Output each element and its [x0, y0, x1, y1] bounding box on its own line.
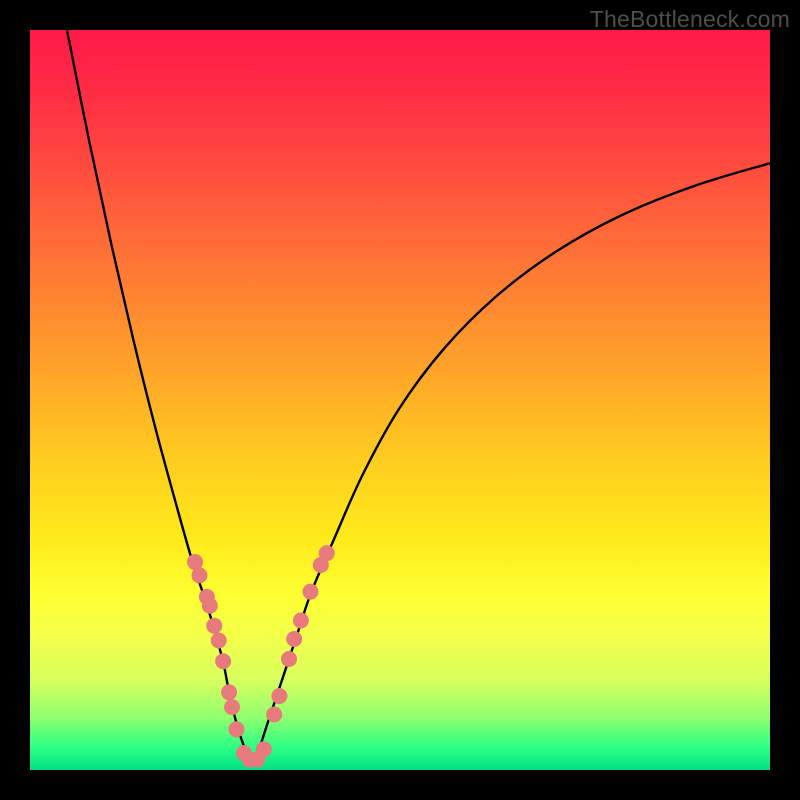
data-marker — [224, 699, 240, 715]
data-marker — [319, 545, 335, 561]
chart-frame: TheBottleneck.com — [0, 0, 800, 800]
data-marker — [271, 688, 287, 704]
curve-left-branch — [67, 30, 252, 763]
data-marker — [293, 613, 309, 629]
watermark-text: TheBottleneck.com — [590, 6, 790, 33]
curve-right-branch — [252, 163, 770, 762]
bottleneck-curve — [30, 30, 770, 770]
data-marker — [228, 721, 244, 737]
data-marker — [191, 567, 207, 583]
data-marker — [215, 653, 231, 669]
data-marker — [211, 633, 227, 649]
data-marker — [302, 584, 318, 600]
data-marker — [286, 631, 302, 647]
data-marker — [256, 741, 272, 757]
data-marker — [206, 618, 222, 634]
data-marker — [202, 598, 218, 614]
data-marker — [281, 651, 297, 667]
plot-area — [30, 30, 770, 770]
data-marker — [266, 707, 282, 723]
data-marker — [221, 684, 237, 700]
